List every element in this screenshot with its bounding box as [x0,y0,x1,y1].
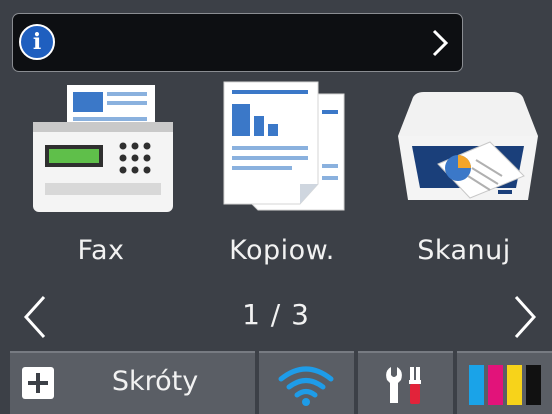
copy-label: Kopiow. [229,235,335,266]
info-icon: i [19,24,55,60]
chevron-left-icon[interactable] [22,293,48,341]
chevron-right-icon[interactable] [512,293,538,341]
printer-home-screen: i Fax Kopiow. Skanuj 1 / 3 Skróty [0,0,552,414]
fax-icon [33,85,173,212]
tools-icon [386,367,421,404]
fax-label: Fax [77,235,125,266]
chevron-right-icon [432,29,449,57]
wifi-icon [278,366,334,406]
info-bar[interactable]: i [12,13,463,72]
fax-button[interactable]: Fax [15,80,187,280]
wifi-button[interactable] [259,351,354,414]
copy-button[interactable]: Kopiow. [196,80,368,280]
shortcuts-button[interactable]: Skróty [10,351,255,414]
shortcuts-label: Skróty [111,366,199,397]
ink-levels-icon [469,365,541,405]
settings-button[interactable] [358,351,453,414]
scan-button[interactable]: Skanuj [378,80,550,280]
scanner-icon [398,92,538,200]
page-indicator: 1 / 3 [242,298,310,331]
ink-levels-button[interactable] [457,351,552,414]
copy-icon [223,81,345,211]
scan-label: Skanuj [417,235,511,266]
plus-icon [22,367,54,399]
